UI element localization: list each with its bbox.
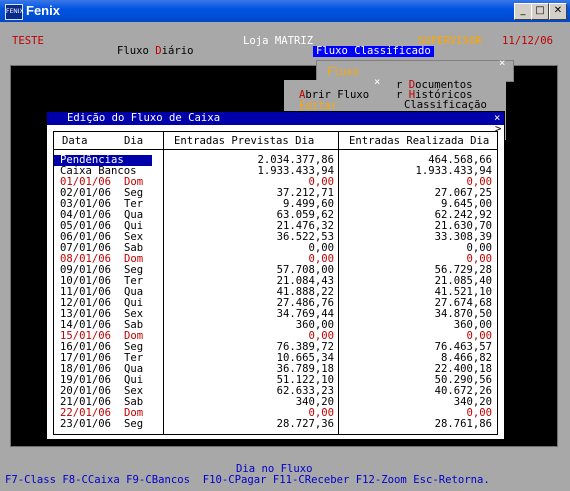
table-row[interactable]: 17/01/06 Ter 10.665,34 8.466,82 bbox=[54, 353, 497, 364]
header-dia: Dia bbox=[124, 135, 144, 147]
header-data: Data bbox=[62, 135, 88, 147]
table-row[interactable]: 21/01/06 Sab 340,20 340,20 bbox=[54, 397, 497, 408]
row-entradas-realizadas: 28.761,86 bbox=[434, 418, 492, 430]
flux-panel-close-icon[interactable]: × bbox=[499, 58, 505, 69]
dialog-title-bar: Edição do Fluxo de Caixa × bbox=[47, 112, 504, 125]
table-row[interactable]: 23/01/06 Seg 28.727,36 28.761,86 bbox=[54, 419, 497, 430]
tab-fluxo-diario[interactable]: Fluxo Diário bbox=[117, 46, 194, 57]
header-entradas-previstas: Entradas Previstas Dia bbox=[174, 135, 315, 147]
table-row[interactable]: 13/01/06 Sex 34.769,44 34.870,50 bbox=[54, 309, 497, 320]
table-row[interactable]: 08/01/06 Dom 0,00 0,00 bbox=[54, 254, 497, 265]
header-divider bbox=[54, 149, 497, 150]
app-icon: FENIX bbox=[5, 4, 24, 20]
flux-menu-title: Fluxo bbox=[327, 66, 359, 78]
row-entradas-previstas: 28.727,36 bbox=[276, 418, 334, 430]
cash-flow-table: Data Dia Entradas Previstas Dia Entradas… bbox=[53, 131, 498, 435]
table-row[interactable]: 22/01/06 Dom 0,00 0,00 bbox=[54, 408, 497, 419]
menu-close-icon[interactable]: × bbox=[374, 77, 380, 88]
table-row[interactable]: 01/01/06 Dom 0,00 0,00 bbox=[54, 177, 497, 188]
cash-flow-dialog: Edição do Fluxo de Caixa × > Data Dia En… bbox=[46, 111, 505, 440]
table-row[interactable]: 10/01/06 Ter 21.084,43 21.085,40 bbox=[54, 276, 497, 287]
table-row[interactable]: 12/01/06 Qui 27.486,76 27.674,68 bbox=[54, 298, 497, 309]
table-row[interactable]: 07/01/06 Sab 0,00 0,00 bbox=[54, 243, 497, 254]
minimize-button[interactable]: _ bbox=[514, 3, 532, 20]
header-left-label: TESTE bbox=[12, 35, 44, 47]
window-title: Fenix bbox=[26, 3, 60, 18]
close-button[interactable]: ✕ bbox=[549, 3, 567, 20]
table-row[interactable]: 04/01/06 Qua 63.059,62 62.242,92 bbox=[54, 210, 497, 221]
store-label: Loja MATRIZ bbox=[243, 35, 314, 47]
table-row[interactable]: Caixa Bancos 1.933.433,94 1.933.433,94 bbox=[54, 166, 497, 177]
table-row[interactable]: 18/01/06 Qua 36.789,18 22.400,18 bbox=[54, 364, 497, 375]
table-row[interactable]: 19/01/06 Qui 51.122,10 50.290,56 bbox=[54, 375, 497, 386]
table-row[interactable]: 05/01/06 Qui 21.476,32 21.630,70 bbox=[54, 221, 497, 232]
dialog-title: Edição do Fluxo de Caixa bbox=[67, 112, 221, 124]
row-date: 23/01/06 bbox=[60, 418, 112, 430]
header-entradas-realizadas: Entradas Realizada Dia bbox=[349, 135, 490, 147]
table-row[interactable]: 02/01/06 Seg 37.212,71 27.067,25 bbox=[54, 188, 497, 199]
title-bar: FENIX Fenix _ □ ✕ bbox=[0, 0, 570, 22]
table-row[interactable]: 06/01/06 Sex 36.522,53 33.308,39 bbox=[54, 232, 497, 243]
menu-item-classificacao[interactable]: Classificação bbox=[404, 100, 487, 111]
row-day: Seg bbox=[124, 418, 144, 430]
status-line-2: F7-Class F8-CCaixa F9-CBancos F10-CPagar… bbox=[5, 474, 490, 486]
tab-fluxo-classificado[interactable]: Fluxo Classificado bbox=[313, 46, 434, 57]
date-label: 11/12/06 bbox=[502, 35, 554, 47]
table-row[interactable]: 14/01/06 Sab 360,00 360,00 bbox=[54, 320, 497, 331]
table-row[interactable]: 20/01/06 Sex 62.633,23 40.672,26 bbox=[54, 386, 497, 397]
table-row[interactable]: 16/01/06 Seg 76.389,72 76.463,57 bbox=[54, 342, 497, 353]
table-row[interactable]: 09/01/06 Seg 57.708,00 56.729,28 bbox=[54, 265, 497, 276]
table-row[interactable]: 03/01/06 Ter 9.499,60 9.645,00 bbox=[54, 199, 497, 210]
table-row[interactable]: 11/01/06 Qua 41.888,22 41.521,10 bbox=[54, 287, 497, 298]
table-row[interactable]: 15/01/06 Dom 0,00 0,00 bbox=[54, 331, 497, 342]
maximize-button[interactable]: □ bbox=[531, 3, 549, 20]
